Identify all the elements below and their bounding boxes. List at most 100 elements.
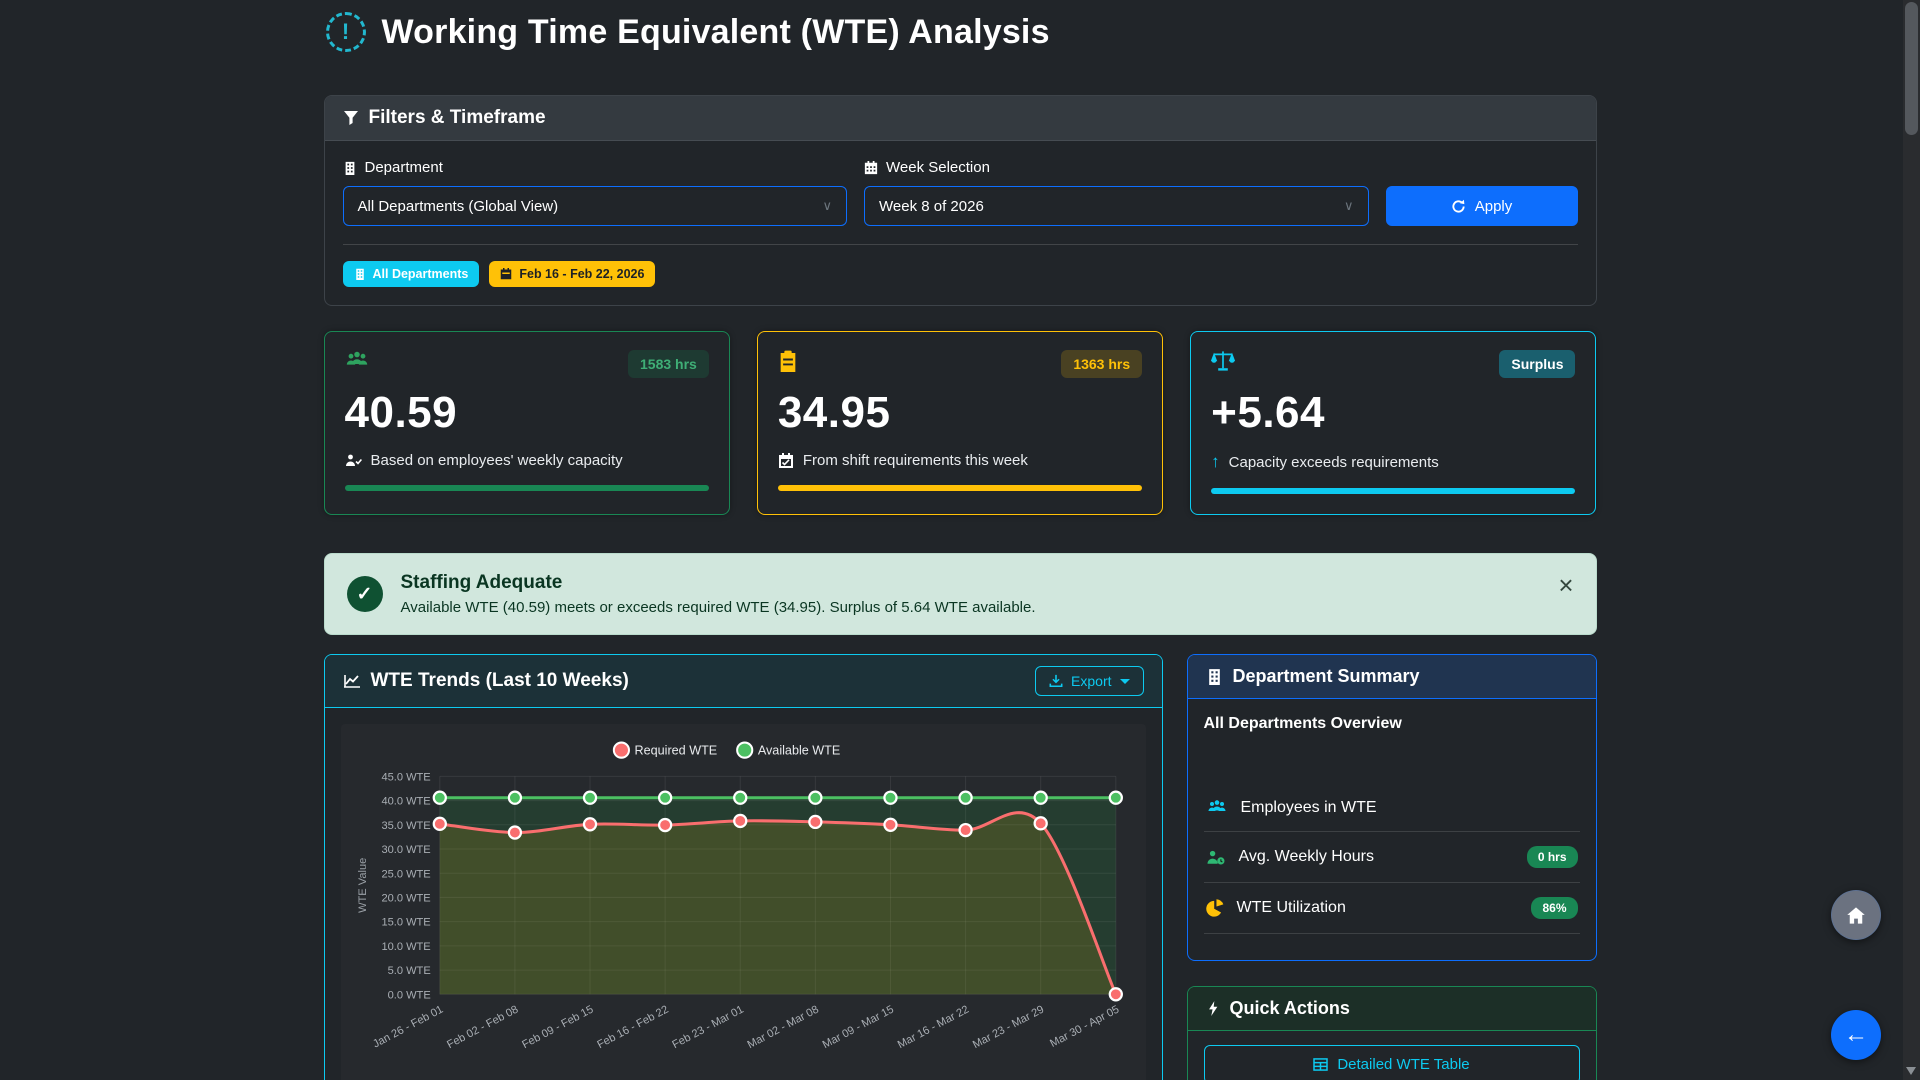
available-wte-card: 1583 hrs 40.59 Based on employees' weekl… bbox=[324, 331, 730, 515]
check-circle-icon: ✓ bbox=[347, 576, 383, 612]
staffing-alert: ✓ Staffing Adequate Available WTE (40.59… bbox=[324, 553, 1597, 635]
quick-actions-title: Quick Actions bbox=[1230, 998, 1350, 1019]
filters-divider bbox=[343, 244, 1578, 245]
list-item: WTE Utilization 86% bbox=[1204, 883, 1580, 934]
list-item: Avg. Weekly Hours 0 hrs bbox=[1204, 832, 1580, 883]
chart-area: 0.0 WTE 5.0 WTE 10.0 WTE 15.0 WTE 20.0 WTE 25… bbox=[341, 724, 1146, 1080]
detailed-wte-table-button[interactable]: Detailed WTE Table bbox=[1204, 1045, 1580, 1080]
caret-down-icon bbox=[1120, 679, 1130, 684]
calendar-icon bbox=[864, 161, 878, 175]
svg-text:Feb 02 - Feb 08: Feb 02 - Feb 08 bbox=[445, 1004, 520, 1052]
home-icon bbox=[1846, 906, 1866, 925]
chart-title: WTE Trends (Last 10 Weeks) bbox=[371, 670, 629, 692]
clipboard-icon bbox=[778, 350, 798, 372]
svg-text:30.0 WTE: 30.0 WTE bbox=[381, 844, 430, 856]
svg-text:15.0 WTE: 15.0 WTE bbox=[381, 917, 430, 929]
users-icon bbox=[345, 350, 369, 372]
surplus-value: +5.64 bbox=[1211, 388, 1575, 438]
summary-title: Department Summary bbox=[1233, 666, 1420, 687]
stat-cards-row: 1583 hrs 40.59 Based on employees' weekl… bbox=[324, 331, 1597, 515]
required-wte-card: 1363 hrs 34.95 From shift requirements t… bbox=[757, 331, 1163, 515]
arrow-left-icon: ← bbox=[1844, 1021, 1868, 1049]
calendar-check-icon bbox=[778, 453, 794, 469]
scrollbar[interactable] bbox=[1903, 0, 1920, 1080]
surplus-progress-bar bbox=[1211, 488, 1575, 494]
table-icon bbox=[1313, 1058, 1328, 1071]
back-button[interactable]: ← bbox=[1831, 1010, 1881, 1060]
svg-text:WTE Value: WTE Value bbox=[357, 858, 369, 913]
filters-card: Filters & Timeframe Department All Depar… bbox=[324, 95, 1597, 306]
svg-text:Mar 09 - Mar 15: Mar 09 - Mar 15 bbox=[820, 1004, 895, 1052]
status-badge: 86% bbox=[1531, 897, 1577, 919]
wte-trends-card: WTE Trends (Last 10 Weeks) Export 0.0 WT… bbox=[324, 654, 1163, 1080]
svg-text:Mar 02 - Mar 08: Mar 02 - Mar 08 bbox=[745, 1004, 820, 1052]
required-wte-desc: From shift requirements this week bbox=[803, 452, 1028, 469]
arrow-up-icon: ↑ bbox=[1211, 452, 1220, 472]
required-progress-bar bbox=[778, 485, 1142, 491]
svg-text:20.0 WTE: 20.0 WTE bbox=[381, 892, 430, 904]
available-wte-value: 40.59 bbox=[345, 388, 709, 438]
refresh-icon bbox=[1451, 199, 1466, 214]
svg-text:Mar 23 - Mar 29: Mar 23 - Mar 29 bbox=[970, 1004, 1045, 1052]
quick-actions-card: Quick Actions Detailed WTE Table bbox=[1187, 986, 1597, 1080]
filter-icon bbox=[343, 110, 359, 126]
scrollbar-thumb[interactable] bbox=[1905, 2, 1918, 135]
surplus-card: Surplus +5.64 ↑ Capacity exceeds require… bbox=[1190, 331, 1596, 515]
alert-title: Staffing Adequate bbox=[401, 572, 1036, 594]
status-badge: 0 hrs bbox=[1527, 846, 1578, 868]
download-icon bbox=[1049, 674, 1063, 688]
week-select[interactable]: Week 8 of 2026 ∨ bbox=[864, 186, 1369, 226]
export-button[interactable]: Export bbox=[1035, 666, 1143, 696]
alert-message: Available WTE (40.59) meets or exceeds r… bbox=[401, 599, 1036, 616]
available-progress-bar bbox=[345, 485, 709, 491]
date-range-badge: Feb 16 - Feb 22, 2026 bbox=[489, 261, 655, 287]
department-label: Department bbox=[343, 159, 848, 176]
wte-trend-chart[interactable]: 0.0 WTE 5.0 WTE 10.0 WTE 15.0 WTE 20.0 WTE 25… bbox=[351, 736, 1136, 1080]
surplus-desc: Capacity exceeds requirements bbox=[1229, 454, 1439, 471]
users-icon bbox=[1206, 799, 1228, 817]
svg-text:Required WTE: Required WTE bbox=[634, 744, 717, 758]
svg-text:Feb 23 - Mar 01: Feb 23 - Mar 01 bbox=[670, 1004, 745, 1052]
scroll-down-arrow-icon[interactable] bbox=[1906, 1067, 1916, 1075]
filters-title: Filters & Timeframe bbox=[369, 107, 546, 129]
apply-button[interactable]: Apply bbox=[1386, 186, 1578, 226]
week-label: Week Selection bbox=[864, 159, 1369, 176]
svg-text:45.0 WTE: 45.0 WTE bbox=[381, 771, 430, 783]
hours-badge: 1583 hrs bbox=[628, 350, 709, 378]
svg-text:Mar 30 - Apr 05: Mar 30 - Apr 05 bbox=[1048, 1004, 1121, 1050]
svg-text:0.0 WTE: 0.0 WTE bbox=[387, 989, 430, 1001]
svg-text:10.0 WTE: 10.0 WTE bbox=[381, 941, 430, 953]
chevron-down-icon: ∨ bbox=[1344, 198, 1354, 214]
department-badge: All Departments bbox=[343, 261, 480, 287]
hours-badge: 1363 hrs bbox=[1061, 350, 1142, 378]
list-item: Employees in WTE bbox=[1204, 785, 1580, 832]
summary-subtitle: All Departments Overview bbox=[1204, 715, 1580, 733]
svg-text:25.0 WTE: 25.0 WTE bbox=[381, 868, 430, 880]
calendar-icon bbox=[500, 268, 512, 280]
svg-text:Feb 16 - Feb 22: Feb 16 - Feb 22 bbox=[595, 1004, 670, 1052]
svg-text:Jan 26 - Feb 01: Jan 26 - Feb 01 bbox=[371, 1004, 445, 1051]
page-title: Working Time Equivalent (WTE) Analysis bbox=[382, 13, 1050, 52]
balance-scale-icon bbox=[1211, 350, 1235, 372]
svg-text:Feb 09 - Feb 15: Feb 09 - Feb 15 bbox=[520, 1004, 595, 1052]
svg-text:Mar 16 - Mar 22: Mar 16 - Mar 22 bbox=[895, 1004, 970, 1052]
wte-analysis-page: ! Working Time Equivalent (WTE) Analysis… bbox=[324, 0, 1597, 1080]
page-header: ! Working Time Equivalent (WTE) Analysis bbox=[324, 12, 1597, 52]
close-icon[interactable]: × bbox=[1558, 572, 1573, 598]
building-icon bbox=[354, 268, 366, 280]
svg-text:Available WTE: Available WTE bbox=[757, 744, 839, 758]
filters-header: Filters & Timeframe bbox=[325, 96, 1596, 141]
svg-text:35.0 WTE: 35.0 WTE bbox=[381, 820, 430, 832]
chart-line-icon bbox=[343, 673, 361, 689]
svg-text:5.0 WTE: 5.0 WTE bbox=[387, 965, 430, 977]
home-button[interactable] bbox=[1831, 890, 1881, 940]
user-clock-icon bbox=[1206, 849, 1226, 866]
available-wte-desc: Based on employees' weekly capacity bbox=[371, 452, 623, 469]
building-icon bbox=[1206, 668, 1223, 685]
surplus-badge: Surplus bbox=[1499, 350, 1575, 378]
building-icon bbox=[343, 161, 357, 175]
department-select[interactable]: All Departments (Global View) ∨ bbox=[343, 186, 848, 226]
pie-chart-icon bbox=[1206, 899, 1224, 917]
chevron-down-icon: ∨ bbox=[822, 198, 832, 214]
lightning-icon bbox=[1206, 1000, 1220, 1017]
